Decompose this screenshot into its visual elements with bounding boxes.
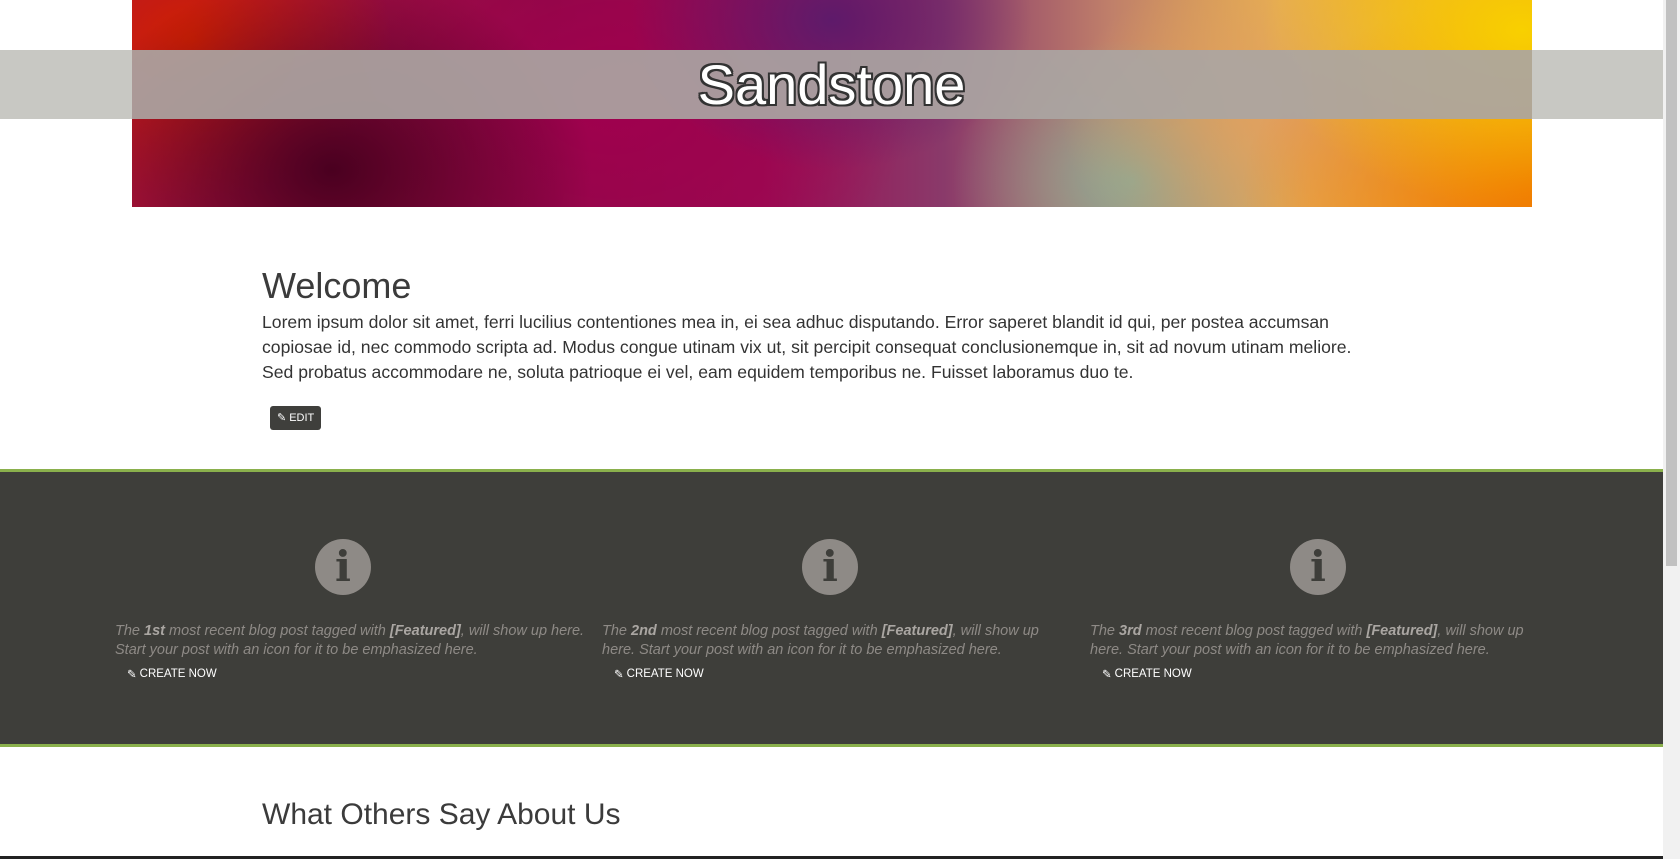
info-icon: i (315, 539, 371, 595)
create-now-link[interactable]: ✎ CREATE NOW (1102, 667, 1192, 681)
site-title[interactable]: Sandstone (0, 50, 1663, 119)
welcome-section: Welcome Lorem ipsum dolor sit amet, ferr… (262, 262, 1382, 385)
welcome-body: Lorem ipsum dolor sit amet, ferri lucili… (262, 312, 1352, 382)
featured-text: The 2nd most recent blog post tagged wit… (602, 623, 1039, 658)
page: Sandstone Welcome Lorem ipsum dolor sit … (0, 0, 1663, 859)
create-now-link[interactable]: ✎ CREATE NOW (127, 667, 217, 681)
pencil-icon: ✎ (1102, 669, 1112, 681)
create-now-link[interactable]: ✎ CREATE NOW (614, 667, 704, 681)
scrollbar-thumb[interactable] (1666, 0, 1677, 566)
testimonials-heading: What Others Say About Us (262, 798, 621, 831)
edit-button[interactable]: ✎ EDIT (270, 406, 322, 430)
pencil-icon: ✎ (614, 669, 624, 681)
featured-posts-section: i The 1st most recent blog post tagged w… (0, 469, 1663, 747)
pencil-icon: ✎ (277, 412, 287, 424)
info-icon: i (1290, 539, 1346, 595)
welcome-heading: Welcome (262, 265, 412, 306)
pencil-icon: ✎ (127, 669, 137, 681)
info-icon: i (802, 539, 858, 595)
featured-text: The 1st most recent blog post tagged wit… (115, 623, 585, 658)
featured-text: The 3rd most recent blog post tagged wit… (1090, 623, 1524, 658)
edit-label: EDIT (289, 412, 315, 424)
